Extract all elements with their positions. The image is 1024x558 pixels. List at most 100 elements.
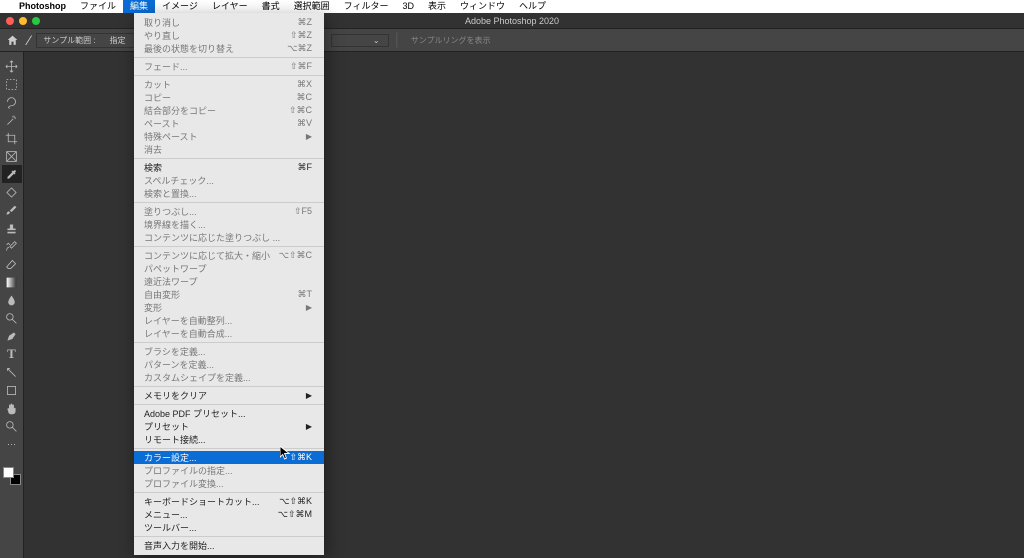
close-icon[interactable]	[6, 17, 14, 25]
menu-separator	[134, 57, 324, 58]
stamp-tool-icon[interactable]	[2, 219, 22, 237]
edit-toolbar-icon[interactable]: ⋯	[2, 435, 22, 453]
menu-item-label: リモート接続...	[144, 433, 206, 446]
eyedropper-tool-icon[interactable]	[2, 165, 22, 183]
submenu-arrow-icon: ▶	[306, 391, 312, 400]
menu-item[interactable]: 音声入力を開始...	[134, 539, 324, 552]
menu-item: コンテンツに応じた塗りつぶし ...	[134, 231, 324, 244]
menu-item-label: プリセット	[144, 420, 189, 433]
menu-item-label: スペルチェック...	[144, 174, 214, 187]
menu-item: プロファイルの指定...	[134, 464, 324, 477]
maximize-icon[interactable]	[32, 17, 40, 25]
path-tool-icon[interactable]	[2, 363, 22, 381]
menu-item-label: 自由変形	[144, 288, 180, 301]
menu-item-label: 検索と置換...	[144, 187, 197, 200]
menu-item-label: カラー設定...	[144, 451, 197, 464]
menu-help[interactable]: ヘルプ	[512, 0, 553, 13]
pen-tool-icon[interactable]	[2, 327, 22, 345]
menu-item-label: 音声入力を開始...	[144, 539, 215, 552]
blur-tool-icon[interactable]	[2, 291, 22, 309]
menu-shortcut: ⌘X	[297, 79, 312, 90]
minimize-icon[interactable]	[19, 17, 27, 25]
menu-app[interactable]: Photoshop	[12, 0, 73, 13]
show-sampling-ring-label: サンプルリングを表示	[411, 35, 491, 46]
foreground-color-swatch[interactable]	[3, 467, 14, 478]
dropdown-prefix: サンプル範囲 :	[43, 35, 95, 46]
menu-item: プロファイル変換...	[134, 477, 324, 490]
menu-shortcut: ⌘V	[297, 118, 312, 129]
menu-item-label: コンテンツに応じた塗りつぶし ...	[144, 231, 280, 244]
menu-view[interactable]: 表示	[421, 0, 453, 13]
menu-item: ブラシを定義...	[134, 345, 324, 358]
menu-item: 変形▶	[134, 301, 324, 314]
crop-tool-icon[interactable]	[2, 129, 22, 147]
menu-item-label: 変形	[144, 301, 162, 314]
menu-item[interactable]: キーボードショートカット...⌥⇧⌘K	[134, 495, 324, 508]
menu-item[interactable]: プリセット▶	[134, 420, 324, 433]
menu-item[interactable]: 検索⌘F	[134, 161, 324, 174]
color-swatches[interactable]	[3, 467, 21, 485]
hand-tool-icon[interactable]	[2, 399, 22, 417]
gradient-tool-icon[interactable]	[2, 273, 22, 291]
menu-separator	[134, 536, 324, 537]
home-icon[interactable]	[6, 34, 19, 47]
menu-type[interactable]: 書式	[255, 0, 287, 13]
menu-item[interactable]: ツールバー...	[134, 521, 324, 534]
move-tool-icon[interactable]	[2, 57, 22, 75]
wand-tool-icon[interactable]	[2, 111, 22, 129]
menu-item[interactable]: メモリをクリア▶	[134, 389, 324, 402]
menu-image[interactable]: イメージ	[155, 0, 205, 13]
menu-layer[interactable]: レイヤー	[205, 0, 255, 13]
lasso-tool-icon[interactable]	[2, 93, 22, 111]
menu-item[interactable]: メニュー... ⌥⇧⌘M	[134, 508, 324, 521]
dodge-tool-icon[interactable]	[2, 309, 22, 327]
shape-tool-icon[interactable]	[2, 381, 22, 399]
menu-shortcut: ⇧⌘Z	[290, 30, 312, 41]
marquee-tool-icon[interactable]	[2, 75, 22, 93]
type-tool-icon[interactable]: T	[2, 345, 22, 363]
menu-item-label: プロファイル変換...	[144, 477, 224, 490]
menu-file[interactable]: ファイル	[73, 0, 123, 13]
sample-size-dropdown[interactable]: サンプル範囲 : 指定	[36, 33, 134, 48]
menu-item: レイヤーを自動合成...	[134, 327, 324, 340]
brush-tool-icon[interactable]	[2, 201, 22, 219]
history-brush-tool-icon[interactable]	[2, 237, 22, 255]
menu-item-label: ツールバー...	[144, 521, 197, 534]
menu-item: コンテンツに応じて拡大・縮小⌥⇧⌘C	[134, 249, 324, 262]
menu-edit[interactable]: 編集	[123, 0, 155, 13]
menu-item: 特殊ペースト▶	[134, 130, 324, 143]
menu-item-label: 境界線を描く...	[144, 218, 206, 231]
menu-item: 自由変形 ⌘T	[134, 288, 324, 301]
menu-item: パペットワープ	[134, 262, 324, 275]
menu-filter[interactable]: フィルター	[337, 0, 396, 13]
menu-item[interactable]: Adobe PDF プリセット...	[134, 407, 324, 420]
healing-tool-icon[interactable]	[2, 183, 22, 201]
menu-shortcut: ⇧⌘C	[289, 105, 312, 116]
eraser-tool-icon[interactable]	[2, 255, 22, 273]
zoom-tool-icon[interactable]	[2, 417, 22, 435]
menu-shortcut: ⌘T	[298, 289, 313, 300]
dropdown-value: 指定	[110, 35, 126, 46]
spacer	[2, 453, 22, 461]
menu-item[interactable]: リモート接続...	[134, 433, 324, 446]
menu-item-label: レイヤーを自動整列...	[144, 314, 232, 327]
menu-separator	[134, 492, 324, 493]
menu-item-label: メニュー...	[144, 508, 188, 521]
frame-tool-icon[interactable]	[2, 147, 22, 165]
menu-shortcut: ⌥⇧⌘M	[278, 509, 312, 520]
menu-item: フェード...⇧⌘F	[134, 60, 324, 73]
menu-item: コピー⌘C	[134, 91, 324, 104]
menu-item: レイヤーを自動整列...	[134, 314, 324, 327]
menu-item-label: 遠近法ワープ	[144, 275, 197, 288]
menu-item: カスタムシェイプを定義...	[134, 371, 324, 384]
menu-item-label: コンテンツに応じて拡大・縮小	[144, 249, 270, 262]
menu-select[interactable]: 選択範囲	[287, 0, 337, 13]
menu-item[interactable]: カラー設定...⇧⌘K	[134, 451, 324, 464]
sample-dropdown-2[interactable]: ⌄	[331, 34, 389, 47]
menu-item: 境界線を描く...	[134, 218, 324, 231]
menu-item-label: プロファイルの指定...	[144, 464, 233, 477]
eyedropper-current-tool-icon[interactable]: ⁄	[28, 32, 30, 48]
menu-3d[interactable]: 3D	[395, 0, 421, 13]
menu-item-label: やり直し	[144, 29, 180, 42]
menu-window[interactable]: ウィンドウ	[453, 0, 512, 13]
